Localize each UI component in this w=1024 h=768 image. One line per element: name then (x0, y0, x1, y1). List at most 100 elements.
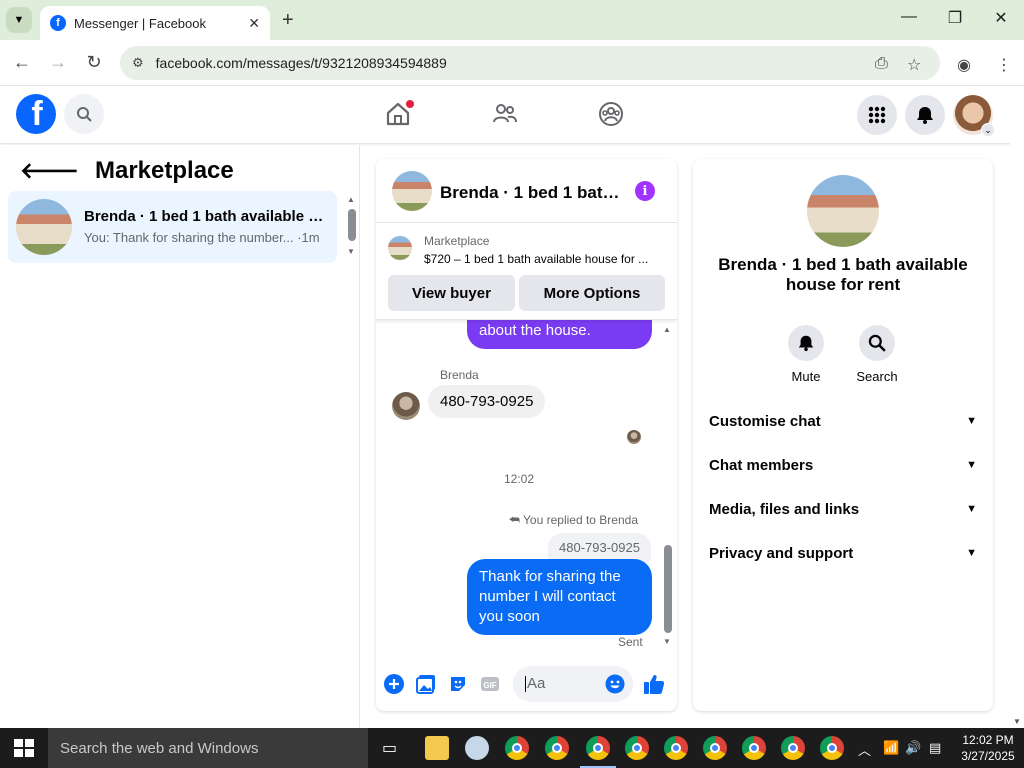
back-icon[interactable]: ← (10, 52, 34, 73)
mute-button[interactable]: Mute (776, 325, 836, 384)
chevron-down-icon: ▼ (966, 547, 977, 559)
thumbs-up-icon[interactable] (643, 673, 665, 695)
profile-icon[interactable]: ◉ (957, 55, 971, 75)
action-center-icon[interactable]: ▤ (929, 740, 941, 756)
scroll-up-icon[interactable]: ▲ (347, 195, 355, 204)
maximize-icon[interactable]: ❐ (940, 8, 970, 28)
marketplace-label: Marketplace (424, 234, 490, 248)
details-thumbnail[interactable] (807, 175, 879, 247)
browser-tab-strip: ▼ f Messenger | Facebook ✕ + — ❐ ✕ (0, 0, 1024, 40)
chrome-icon[interactable] (505, 736, 529, 760)
chat-list-scrollbar[interactable]: ▲ ▼ (346, 195, 356, 257)
account-chevron-down-icon[interactable]: ⌄ (981, 123, 995, 137)
menu-grid-icon[interactable] (857, 95, 897, 135)
sent-message-bubble[interactable]: and the requirements about the house. (467, 319, 652, 349)
section-customise-chat[interactable]: Customise chat ▼ (709, 409, 977, 433)
info-icon[interactable]: i (635, 181, 655, 201)
notifications-bell-icon[interactable] (905, 95, 945, 135)
task-view-icon[interactable]: ▭ (382, 738, 397, 758)
browser-tab[interactable]: f Messenger | Facebook ✕ (40, 6, 270, 40)
message-scroll-up-icon[interactable]: ▲ (663, 325, 671, 334)
received-message-bubble[interactable]: 480-793-0925 (428, 385, 546, 418)
page-scroll-down-icon[interactable]: ▼ (1013, 717, 1021, 726)
search-icon[interactable] (859, 325, 895, 361)
section-label: Privacy and support (709, 544, 854, 562)
conversation-preview: You: Thank for sharing the number... ·1m (84, 230, 320, 245)
facebook-search-icon[interactable] (64, 94, 104, 134)
scroll-down-icon[interactable]: ▼ (347, 247, 355, 256)
install-app-icon[interactable]: ⎙ (875, 55, 888, 73)
home-notification-dot (406, 100, 414, 108)
emoji-icon[interactable] (604, 673, 626, 695)
site-settings-icon[interactable]: ⚙ (132, 55, 144, 71)
details-conversation-name: Brenda · 1 bed 1 bath available house fo… (718, 255, 968, 294)
chrome-icon[interactable] (664, 736, 688, 760)
view-buyer-button[interactable]: View buyer (388, 275, 515, 311)
chrome-icon[interactable] (781, 736, 805, 760)
replied-to-text: You replied to Brenda (523, 513, 638, 527)
listing-title[interactable]: $720 – 1 bed 1 bath available house for … (424, 252, 666, 266)
show-hidden-icons-icon[interactable]: ︿ (858, 740, 871, 759)
facebook-logo-icon[interactable]: f (16, 94, 56, 134)
page-scrollbar[interactable]: ▼ (1010, 86, 1024, 728)
svg-text:GIF: GIF (483, 681, 496, 690)
chevron-down-icon: ▼ (966, 459, 977, 471)
message-scroll-down-icon[interactable]: ▼ (663, 637, 671, 646)
snipping-tool-icon[interactable] (465, 736, 489, 760)
windows-taskbar: Search the web and Windows ▭ ︿ 📶 🔊 ▤ 12:… (0, 728, 1024, 768)
search-button[interactable]: Search (847, 325, 907, 384)
chrome-icon[interactable] (742, 736, 766, 760)
file-explorer-icon[interactable] (425, 736, 449, 760)
chat-header-thumbnail[interactable] (392, 171, 432, 211)
more-options-button[interactable]: More Options (519, 275, 665, 311)
network-icon[interactable]: 📶 (883, 740, 899, 756)
brenda-avatar[interactable] (392, 392, 420, 420)
sent-message-bubble-latest[interactable]: Thank for sharing the number I will cont… (467, 559, 652, 635)
sticker-icon[interactable] (447, 673, 469, 695)
tab-title: Messenger | Facebook (74, 15, 206, 31)
account-avatar[interactable]: ⌄ (953, 95, 995, 137)
volume-icon[interactable]: 🔊 (905, 740, 921, 756)
clock[interactable]: 12:02 PM 3/27/2025 (958, 732, 1018, 764)
bookmark-star-icon[interactable]: ☆ (907, 55, 921, 75)
chrome-icon[interactable] (703, 736, 727, 760)
gif-icon[interactable]: GIF (479, 673, 501, 695)
forward-icon[interactable]: → (46, 52, 70, 73)
taskbar-search[interactable]: Search the web and Windows (48, 728, 368, 768)
section-chat-members[interactable]: Chat members ▼ (709, 453, 977, 477)
chevron-down-icon: ▼ (966, 503, 977, 515)
close-tab-icon[interactable]: ✕ (248, 15, 260, 32)
chat-header-name[interactable]: Brenda · 1 bed 1 bath... (440, 183, 620, 203)
mute-bell-icon[interactable] (788, 325, 824, 361)
friends-icon[interactable] (491, 100, 519, 128)
plus-actions-icon[interactable] (383, 673, 405, 695)
section-label: Chat members (709, 456, 814, 474)
message-list: and the requirements about the house. Br… (376, 319, 677, 651)
windows-start-icon[interactable] (14, 739, 34, 757)
groups-icon[interactable] (597, 100, 625, 128)
close-window-icon[interactable]: ✕ (986, 8, 1016, 28)
chrome-icon[interactable] (625, 736, 649, 760)
chrome-icon[interactable] (586, 736, 610, 760)
address-bar[interactable]: ⚙ facebook.com/messages/t/93212089345948… (120, 46, 940, 80)
url-text: facebook.com/messages/t/9321208934594889 (155, 55, 447, 71)
chrome-icon[interactable] (545, 736, 569, 760)
mute-label: Mute (791, 369, 821, 384)
reply-indicator: ⮪ You replied to Brenda (509, 513, 638, 528)
chat-panel: Brenda · 1 bed 1 bath... i Marketplace $… (376, 159, 677, 711)
chrome-icon[interactable] (820, 736, 844, 760)
browser-menu-icon[interactable]: ⋮ (996, 55, 1012, 75)
conversation-item[interactable]: Brenda · 1 bed 1 bath available h... You… (8, 191, 337, 263)
minimize-icon[interactable]: — (894, 8, 924, 26)
section-media-files-links[interactable]: Media, files and links ▼ (709, 497, 977, 521)
message-scrollbar[interactable]: ▲ ▼ (662, 325, 672, 647)
back-arrow-icon[interactable]: 🡐 (20, 158, 79, 184)
scrollbar-thumb[interactable] (348, 209, 356, 241)
new-tab-icon[interactable]: + (282, 9, 294, 32)
section-privacy-support[interactable]: Privacy and support ▼ (709, 541, 977, 565)
tab-search-dropdown-icon[interactable]: ▼ (6, 7, 32, 33)
reload-icon[interactable]: ↻ (82, 52, 106, 73)
message-status: Sent (618, 635, 643, 649)
message-scrollbar-thumb[interactable] (664, 545, 672, 633)
photo-attach-icon[interactable] (415, 673, 437, 695)
